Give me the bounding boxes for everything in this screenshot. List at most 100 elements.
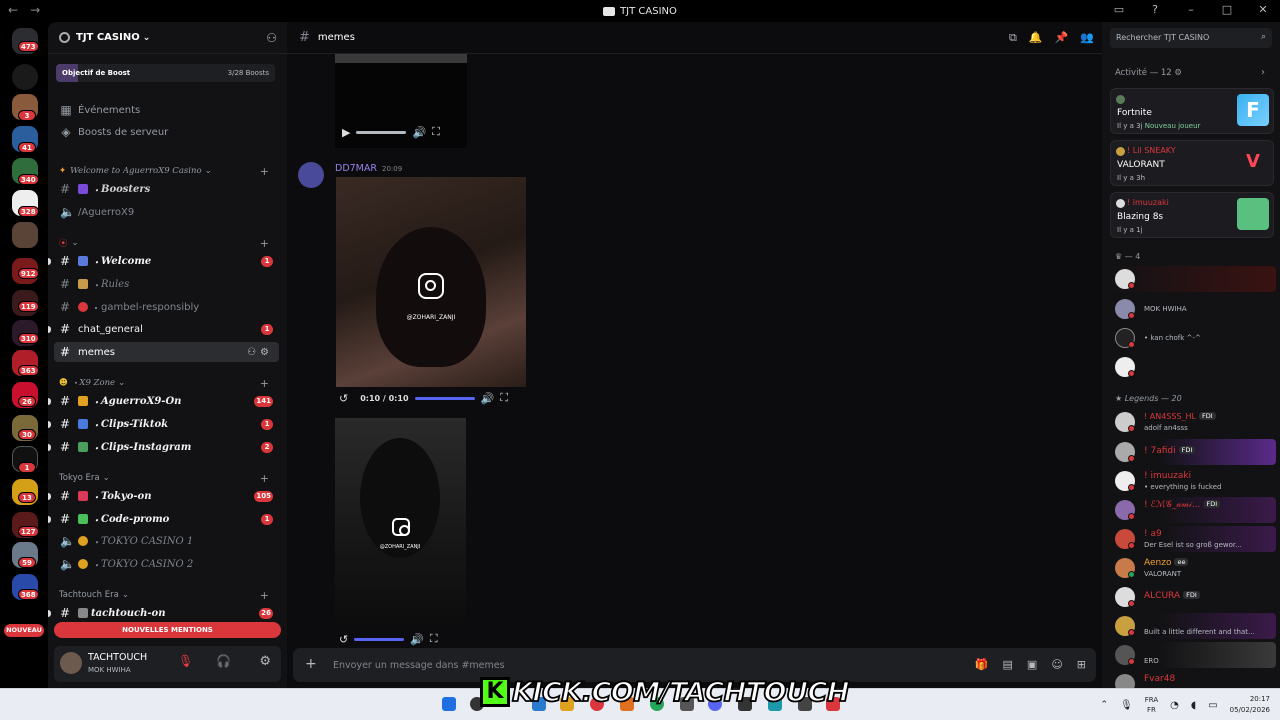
- user-settings-icon[interactable]: ⚙: [259, 654, 271, 669]
- message-author[interactable]: DD7MAR: [335, 163, 377, 174]
- volume-icon[interactable]: ◖: [1191, 700, 1196, 711]
- member-row[interactable]: ! imuuzaki • everything is fucked: [1110, 468, 1276, 494]
- server-icon[interactable]: [12, 64, 38, 90]
- member-row[interactable]: Aenzo ee VALORANT: [1110, 555, 1276, 581]
- member-row[interactable]: ERO: [1110, 642, 1276, 668]
- member-row[interactable]: [1110, 354, 1276, 380]
- channel-tachtouch-on[interactable]: # tachtouch-on 26: [48, 603, 279, 623]
- fullscreen-icon[interactable]: ⛶: [500, 391, 508, 405]
- volume-icon[interactable]: 🔊: [412, 126, 426, 139]
- help-icon[interactable]: ?: [1148, 3, 1162, 16]
- channel-tokyo-casino-1[interactable]: 🔈 ・ TOKYO CASINO 1: [54, 531, 279, 551]
- member-row[interactable]: Fvar48: [1110, 671, 1276, 688]
- inbox-icon[interactable]: ▭: [1112, 3, 1126, 16]
- server-boosts-item[interactable]: ◈ Boosts de serveur: [54, 122, 279, 142]
- windows-start-icon[interactable]: [442, 697, 456, 711]
- chevron-up-icon[interactable]: ⌃: [1101, 700, 1109, 710]
- clock[interactable]: 20:17 05/02/2026: [1230, 694, 1270, 716]
- boost-goal[interactable]: Objectif de Boost 3/28 Boosts: [56, 64, 275, 82]
- channel-gambel-responsibly[interactable]: # ・ gambel-responsibly: [54, 297, 279, 317]
- category-pin[interactable]: ⦿ ⌄ +: [54, 236, 279, 250]
- chevron-right-icon[interactable]: ›: [1261, 67, 1265, 78]
- events-item[interactable]: ▦ Événements: [54, 100, 279, 120]
- server-header[interactable]: TJT CASINO ⌄ ⚇: [48, 22, 287, 54]
- video-attachment[interactable]: @ZOHARI_ZANJI: [335, 418, 466, 628]
- member-row[interactable]: ! AN4SSS_HL FDI adolf an4sss: [1110, 409, 1276, 435]
- channel-welcome[interactable]: # ・ Welcome 1: [48, 251, 279, 271]
- mic-muted-icon[interactable]: 🎙: [178, 654, 193, 668]
- member-row[interactable]: [1110, 266, 1276, 292]
- channel-clips-tiktok[interactable]: # ・ Clips-Tiktok 1: [48, 414, 279, 434]
- volume-slider[interactable]: [356, 130, 407, 134]
- category-tokyo[interactable]: Tokyo Era ⌄ +: [54, 471, 279, 485]
- sticker-icon[interactable]: ▣: [1027, 658, 1037, 671]
- replay-icon[interactable]: ↺: [339, 392, 348, 405]
- create-channel-icon[interactable]: +: [260, 237, 269, 250]
- apps-icon[interactable]: ⊞: [1077, 658, 1086, 671]
- create-channel-icon[interactable]: +: [260, 377, 269, 390]
- member-row[interactable]: Built a little different and that...: [1110, 613, 1276, 639]
- settings-gear-icon[interactable]: ⚙: [1174, 68, 1182, 78]
- battery-icon[interactable]: ▭: [1208, 700, 1217, 711]
- maximize-icon[interactable]: □: [1220, 3, 1234, 16]
- fullscreen-icon[interactable]: ⛶: [432, 125, 440, 139]
- video-attachment[interactable]: @ZOHARI_ZANJI: [336, 177, 526, 387]
- threads-icon[interactable]: ⧉: [1009, 31, 1017, 45]
- channel-aguerrox9-on[interactable]: # ・ AguerroX9-On 141: [48, 391, 279, 411]
- member-row[interactable]: ! 7afidi FDI: [1110, 439, 1276, 465]
- language-indicator[interactable]: FRA FR: [1145, 695, 1158, 715]
- create-channel-icon[interactable]: +: [260, 589, 269, 602]
- channel-tokyo-on[interactable]: # ・ Tokyo-on 105: [48, 486, 279, 506]
- forward-icon[interactable]: →: [30, 3, 40, 17]
- channel-tokyo-casino-2[interactable]: 🔈 ・ TOKYO CASINO 2: [54, 554, 279, 574]
- member-row[interactable]: ! ℰℳ𝒢_𝒶𝓂𝒾... FDI: [1110, 497, 1276, 523]
- activity-card[interactable]: Fortnite Il y a 3j Nouveau joueur F: [1110, 88, 1274, 134]
- channel-rules[interactable]: # ・ Rules: [54, 274, 279, 294]
- minimize-icon[interactable]: –: [1184, 3, 1198, 16]
- member-row[interactable]: MOK HWIHA: [1110, 296, 1276, 322]
- category-x9zone[interactable]: ☻ ・ X9 Zone ⌄ +: [54, 376, 279, 390]
- headphones-muted-icon[interactable]: 🎧: [216, 654, 231, 668]
- video-progress-bar[interactable]: [354, 637, 405, 641]
- channel-aguerrox9[interactable]: 🔈 /AguerroX9: [54, 202, 279, 222]
- channel-chat-general[interactable]: # chat_general 1: [48, 319, 279, 339]
- gift-icon[interactable]: 🎁: [975, 658, 989, 671]
- category-welcome[interactable]: ✦ Welcome to AguerroX9 Casino ⌄ +: [54, 164, 279, 178]
- channel-actions[interactable]: ⚇⚙: [247, 347, 273, 358]
- fullscreen-icon[interactable]: ⛶: [430, 632, 438, 646]
- member-list-icon[interactable]: 👥: [1080, 31, 1094, 45]
- close-icon[interactable]: ✕: [1256, 3, 1270, 16]
- activity-card[interactable]: ! imuuzaki Blazing 8s Il y a 1j: [1110, 192, 1274, 238]
- attach-plus-icon[interactable]: +: [305, 656, 317, 672]
- channel-memes[interactable]: # memes ⚇⚙: [54, 342, 279, 362]
- avatar[interactable]: [60, 652, 82, 674]
- member-row[interactable]: ALCURA FDI: [1110, 584, 1276, 610]
- channel-boosters[interactable]: # ・ Boosters: [54, 179, 279, 199]
- pin-icon[interactable]: 📌: [1055, 31, 1069, 45]
- search-input[interactable]: Rechercher TJT CASINO ⌕: [1110, 28, 1272, 48]
- wifi-icon[interactable]: ◔: [1170, 700, 1179, 711]
- channel-code-promo[interactable]: # ・ Code-promo 1: [48, 509, 279, 529]
- create-channel-icon[interactable]: +: [260, 472, 269, 485]
- video-progress-bar[interactable]: [414, 396, 475, 400]
- member-row[interactable]: ! a9 Der Esel ist so groß gewor...: [1110, 526, 1276, 552]
- gif-icon[interactable]: ▤: [1003, 658, 1013, 671]
- invite-people-icon[interactable]: ⚇: [266, 31, 277, 45]
- replay-icon[interactable]: ↺: [339, 633, 348, 646]
- server-icon[interactable]: [12, 222, 38, 248]
- message-input[interactable]: [333, 656, 933, 674]
- microphone-icon[interactable]: 🎙: [1120, 700, 1133, 711]
- channel-clips-instagram[interactable]: # ・ Clips-Instagram 2: [48, 437, 279, 457]
- member-row[interactable]: • kan chofk ^-^: [1110, 325, 1276, 351]
- create-channel-icon[interactable]: +: [260, 165, 269, 178]
- new-mentions-button[interactable]: NOUVELLES MENTIONS: [54, 622, 281, 638]
- category-tachtouch[interactable]: Tachtouch Era ⌄ +: [54, 588, 279, 602]
- notification-bell-icon[interactable]: 🔔: [1029, 31, 1043, 45]
- volume-icon[interactable]: 🔊: [410, 633, 424, 646]
- play-icon[interactable]: ▶: [342, 126, 350, 139]
- avatar[interactable]: [298, 162, 324, 188]
- emoji-icon[interactable]: ☺: [1051, 658, 1062, 671]
- volume-icon[interactable]: 🔊: [481, 392, 495, 405]
- new-servers-pill[interactable]: NOUVEAU: [4, 624, 44, 637]
- back-icon[interactable]: ←: [8, 3, 18, 17]
